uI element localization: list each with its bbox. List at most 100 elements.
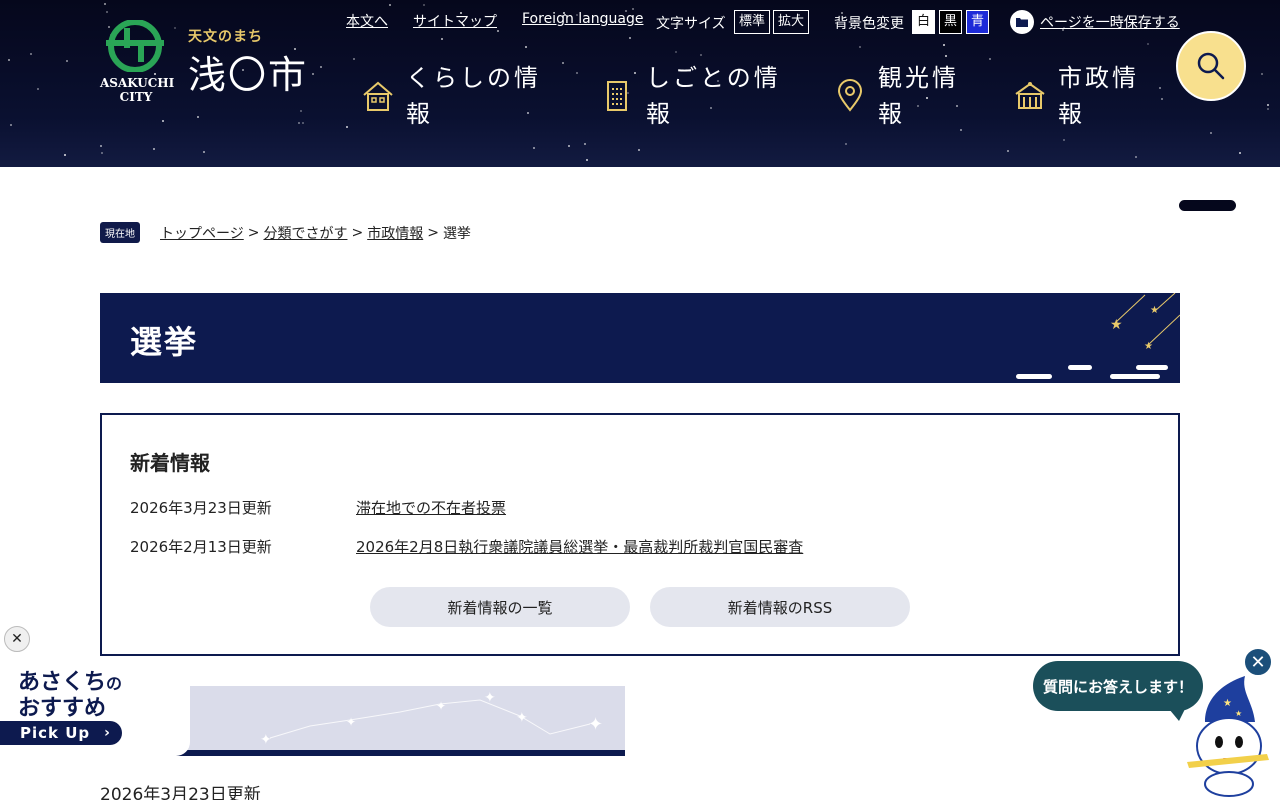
news-link[interactable]: 滞在地での不在者投票 xyxy=(356,497,506,518)
star-decoration xyxy=(1267,108,1269,110)
star-decoration xyxy=(197,116,199,118)
star-decoration xyxy=(562,62,564,64)
city-hall-icon xyxy=(1015,82,1045,109)
star-decoration xyxy=(203,151,205,153)
star-decoration xyxy=(629,37,631,39)
search-button[interactable] xyxy=(1176,31,1246,101)
star-decoration xyxy=(943,44,945,46)
breadcrumb: 現在地 トップページ > 分類でさがす > 市政情報 > 選挙 xyxy=(100,222,471,243)
star-decoration xyxy=(423,4,425,6)
skip-to-main-link[interactable]: 本文へ xyxy=(346,11,388,31)
nav-living-label: くらしの情 xyxy=(406,64,541,92)
svg-text:★: ★ xyxy=(1235,709,1242,718)
news-date: 2026年2月13日更新 xyxy=(130,538,272,556)
svg-text:★: ★ xyxy=(1223,698,1232,709)
font-size-large-button[interactable]: 拡大 xyxy=(773,10,810,34)
news-item: 2026年2月13日更新 2026年2月8日執行衆議院議員総選挙・最高裁判所裁判… xyxy=(130,536,803,557)
star-decoration xyxy=(584,143,586,145)
nav-tourism[interactable]: 観光情報 xyxy=(832,60,959,132)
news-link[interactable]: 2026年2月8日執行衆議院議員総選挙・最高裁判所裁判官国民審査 xyxy=(356,536,803,557)
bg-white-button[interactable]: 白 xyxy=(912,10,936,34)
nav-work-label-2: 報 xyxy=(646,100,673,128)
star-decoration xyxy=(568,145,570,147)
star-decoration xyxy=(632,8,634,10)
logo-english-name: ASAKUCHI CITY xyxy=(100,76,175,104)
cloud-decoration xyxy=(100,168,160,179)
breadcrumb-category[interactable]: 分類でさがす xyxy=(263,223,347,243)
save-page-link[interactable]: ページを一時保存する xyxy=(1010,10,1180,34)
font-size-standard-button[interactable]: 標準 xyxy=(734,10,771,34)
section-update-date: 2026年3月23日更新 xyxy=(100,785,261,800)
star-decoration xyxy=(389,4,391,6)
news-list-button[interactable]: 新着情報の一覧 xyxy=(370,587,630,627)
news-item: 2026年3月23日更新 滞在地での不在者投票 xyxy=(130,497,506,518)
svg-text:✦: ✦ xyxy=(484,690,496,706)
city-emblem-icon xyxy=(106,20,164,72)
current-location-badge: 現在地 xyxy=(100,222,140,243)
house-icon xyxy=(363,81,393,111)
star-decoration xyxy=(1135,156,1137,158)
site-header: ASAKUCHI CITY 天文のまち 浅〇市 本文へ サイトマップ Forei… xyxy=(0,0,1280,212)
star-decoration xyxy=(1267,104,1269,106)
star-decoration xyxy=(153,148,155,150)
recommend-banner[interactable]: あさくちの おすすめ Pick Up › xyxy=(0,656,190,756)
star-decoration xyxy=(700,54,702,56)
star-decoration xyxy=(100,145,102,147)
shooting-stars-decoration: ★ ★ ★ xyxy=(1110,293,1180,352)
sitemap-link[interactable]: サイトマップ xyxy=(413,11,497,31)
star-decoration xyxy=(576,72,578,74)
star-decoration xyxy=(1007,150,1009,152)
news-box: 新着情報 2026年3月23日更新 滞在地での不在者投票 2026年2月13日更… xyxy=(100,413,1180,656)
nav-living-label-2: 報 xyxy=(406,100,433,128)
recommend-close-button[interactable]: ✕ xyxy=(4,626,30,652)
star-decoration xyxy=(1261,73,1263,75)
pick-up-label: Pick Up › xyxy=(0,721,122,745)
breadcrumb-city-info[interactable]: 市政情報 xyxy=(367,223,423,243)
star-decoration xyxy=(30,53,32,55)
star-decoration xyxy=(1159,87,1161,89)
star-decoration xyxy=(37,88,39,90)
chatbot-bubble[interactable]: 質問にお答えします！ xyxy=(1033,661,1203,721)
breadcrumb-top[interactable]: トップページ xyxy=(160,223,244,243)
star-decoration xyxy=(162,120,164,122)
chevron-right-icon: › xyxy=(104,725,111,741)
nav-work[interactable]: しごとの情報 xyxy=(600,60,781,132)
breadcrumb-separator: > xyxy=(351,224,364,241)
logo-tagline: 天文のまち xyxy=(188,29,263,45)
site-logo[interactable]: ASAKUCHI CITY 天文のまち 浅〇市 xyxy=(100,18,330,113)
news-rss-button[interactable]: 新着情報のRSS xyxy=(650,587,910,627)
star-decoration xyxy=(64,154,66,156)
svg-text:★: ★ xyxy=(1144,341,1153,352)
nav-work-label: しごとの情 xyxy=(646,64,781,92)
recommend-title-2: おすすめ xyxy=(18,696,107,721)
star-decoration xyxy=(1161,98,1163,100)
bg-black-button[interactable]: 黒 xyxy=(939,10,963,34)
star-decoration xyxy=(586,159,588,161)
nav-city-government[interactable]: 市政情報 xyxy=(1012,60,1139,132)
cloud-decoration xyxy=(1179,200,1236,211)
star-decoration xyxy=(638,149,640,151)
star-decoration xyxy=(675,51,677,53)
cloud-decoration xyxy=(1136,365,1168,370)
star-decoration xyxy=(8,59,10,61)
building-icon xyxy=(607,81,627,111)
star-decoration xyxy=(497,30,499,32)
star-decoration xyxy=(1210,132,1212,134)
nav-living[interactable]: くらしの情報 xyxy=(360,60,541,132)
cloud-decoration xyxy=(1130,189,1236,200)
star-decoration xyxy=(104,3,106,5)
star-decoration xyxy=(1063,139,1065,141)
foreign-language-link[interactable]: Foreign language xyxy=(522,11,643,27)
svg-text:✦: ✦ xyxy=(588,714,603,735)
breadcrumb-separator: > xyxy=(427,224,439,241)
bg-blue-button[interactable]: 青 xyxy=(966,10,990,34)
nav-city-government-label: 市政情 xyxy=(1058,64,1139,92)
mascot-chatbot-icon[interactable]: ★ ★ xyxy=(1183,672,1273,800)
star-decoration xyxy=(1147,43,1149,45)
chatbot-close-button[interactable]: ✕ xyxy=(1243,647,1273,677)
star-decoration xyxy=(945,55,947,57)
star-decoration xyxy=(441,38,443,40)
font-size-label: 文字サイズ xyxy=(656,16,726,32)
star-decoration xyxy=(533,147,535,149)
folder-icon xyxy=(1010,10,1034,34)
